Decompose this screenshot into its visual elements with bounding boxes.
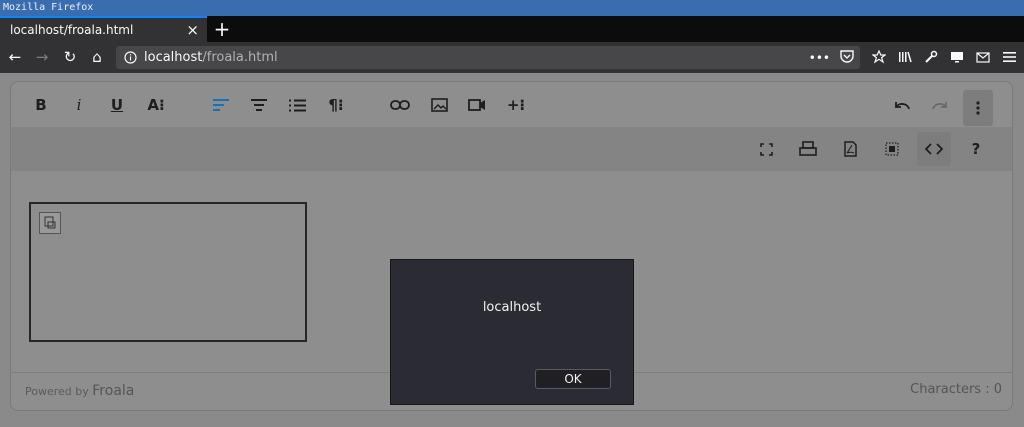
dialog-message: localhost	[482, 300, 542, 315]
alert-dialog: localhost OK	[390, 259, 634, 405]
new-tab-button[interactable]: +	[211, 16, 233, 42]
align-center-icon[interactable]	[244, 90, 274, 120]
ok-button[interactable]: OK	[535, 369, 611, 389]
library-icon[interactable]	[896, 46, 914, 68]
info-icon[interactable]	[116, 46, 144, 69]
window-title: Mozilla Firefox	[0, 0, 1024, 16]
italic-button[interactable]: i	[64, 90, 94, 120]
tab-strip: localhost/froala.html × +	[0, 16, 1024, 42]
paragraph-format-button[interactable]: ¶⁝	[321, 90, 351, 120]
insert-video-icon[interactable]	[462, 90, 492, 120]
powered-by-text: Powered by	[25, 385, 89, 398]
image-placeholder[interactable]	[29, 202, 307, 342]
mail-icon[interactable]	[974, 46, 992, 68]
navigation-bar: ← → ↻ ⌂ localhost/froala.html •••	[0, 42, 1024, 73]
print-icon[interactable]	[793, 134, 823, 164]
character-counter: Characters : 0	[910, 382, 1002, 397]
help-button[interactable]: ?	[961, 134, 991, 164]
url-host: localhost	[144, 50, 203, 65]
powered-by-link[interactable]: Powered by Froala	[25, 383, 134, 399]
select-all-icon[interactable]	[877, 134, 907, 164]
code-view-icon[interactable]	[917, 132, 951, 166]
more-options-icon[interactable]	[963, 90, 993, 126]
page-actions-icon[interactable]: •••	[809, 51, 830, 65]
back-button[interactable]: ←	[4, 46, 26, 68]
font-size-button[interactable]: A⁝	[141, 90, 171, 120]
froala-logo: Froala	[92, 383, 135, 399]
insert-link-icon[interactable]	[385, 90, 415, 120]
pocket-icon[interactable]	[840, 49, 854, 66]
star-bookmark-icon[interactable]	[870, 46, 888, 68]
editor-toolbar-secondary: ?	[11, 127, 1012, 171]
align-left-icon[interactable]	[206, 90, 236, 120]
redo-icon[interactable]	[925, 90, 955, 120]
underline-button[interactable]: U	[102, 90, 132, 120]
pdf-icon[interactable]	[835, 134, 865, 164]
reload-button[interactable]: ↻	[59, 46, 81, 68]
more-insert-button[interactable]: +⁝	[501, 90, 531, 120]
url-bar[interactable]: localhost/froala.html •••	[116, 46, 860, 69]
ordered-list-icon[interactable]	[282, 90, 312, 120]
monitor-icon[interactable]	[948, 46, 966, 68]
undo-icon[interactable]	[887, 90, 917, 120]
tab-froala[interactable]: localhost/froala.html ×	[0, 16, 207, 42]
broken-image-icon	[39, 212, 61, 234]
home-button[interactable]: ⌂	[86, 46, 108, 68]
fullscreen-icon[interactable]	[751, 134, 781, 164]
editor-toolbar-primary: B i U A⁝ ¶⁝ +⁝	[11, 82, 1012, 127]
forward-button[interactable]: →	[31, 46, 53, 68]
close-tab-icon[interactable]: ×	[186, 21, 199, 39]
tab-title: localhost/froala.html	[10, 23, 134, 37]
url-path: /froala.html	[202, 50, 278, 65]
insert-image-icon[interactable]	[424, 90, 454, 120]
hamburger-menu-icon[interactable]	[1000, 46, 1018, 68]
wrench-icon[interactable]	[922, 46, 940, 68]
bold-button[interactable]: B	[26, 90, 56, 120]
